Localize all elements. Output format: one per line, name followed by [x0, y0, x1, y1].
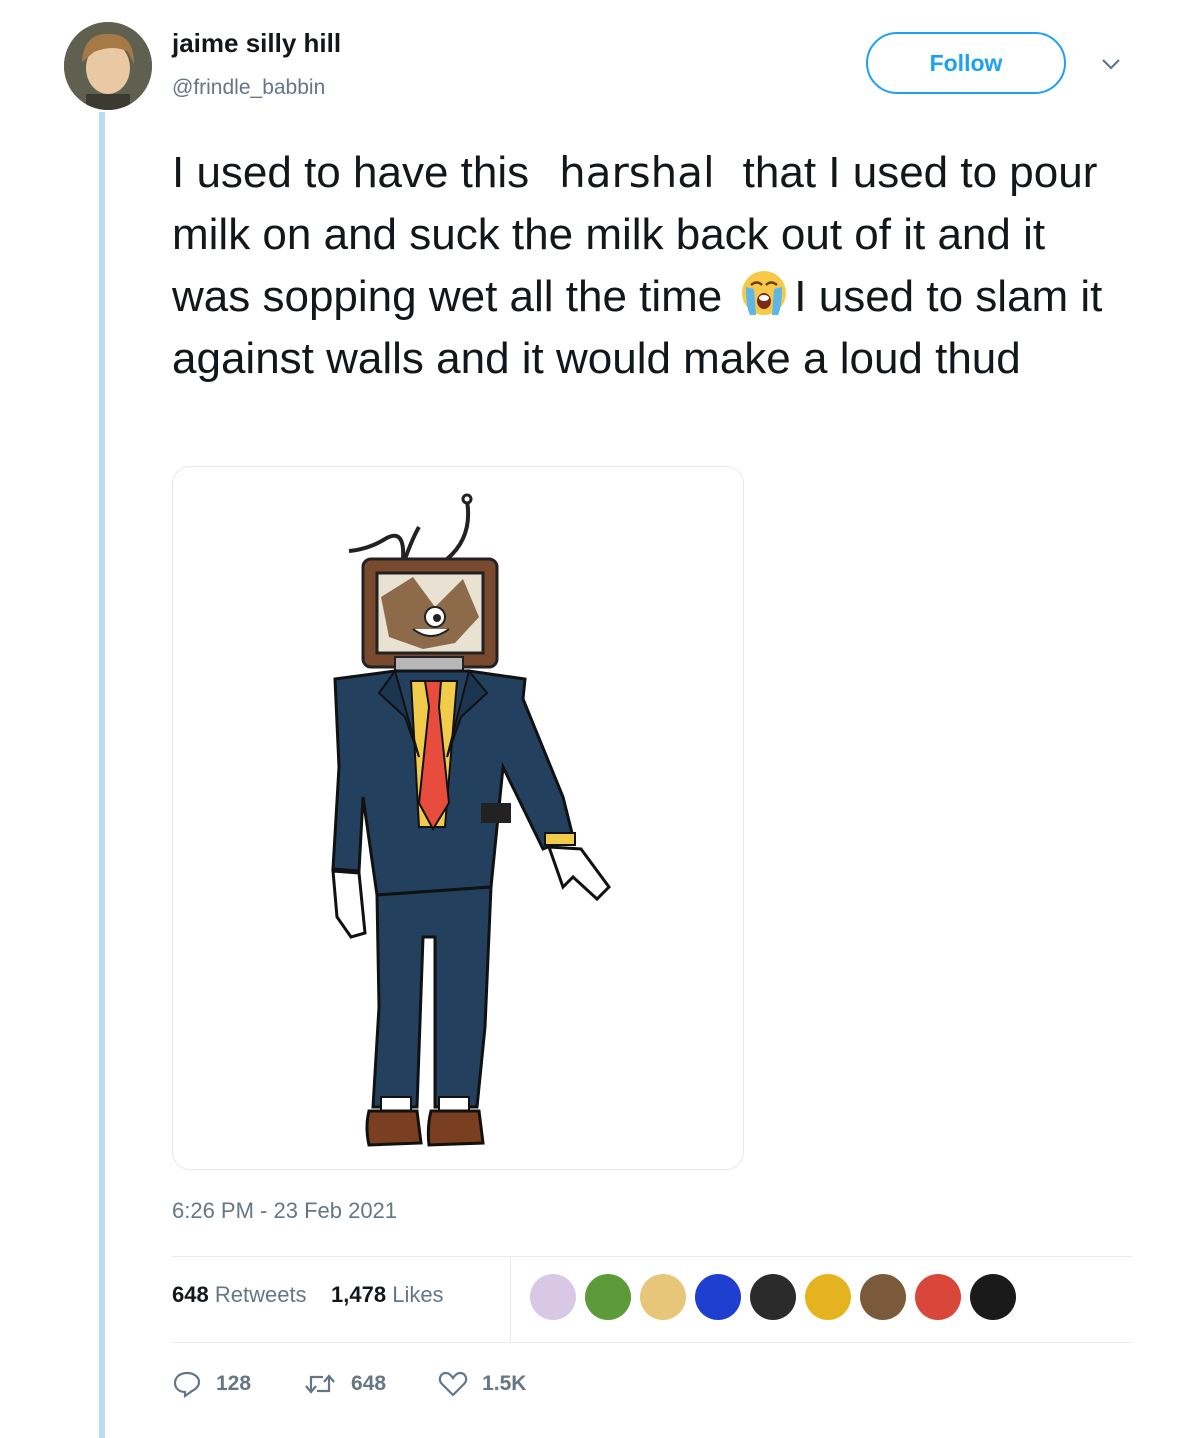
liker-avatar[interactable]	[750, 1274, 796, 1320]
liker-avatar[interactable]	[805, 1274, 851, 1320]
tweet-text-part1: I used to have this	[172, 148, 530, 197]
tv-head-character-illustration	[173, 467, 743, 1169]
heart-icon	[438, 1371, 468, 1397]
tweet-stats: 648 Retweets 1,478 Likes	[172, 1282, 444, 1308]
chevron-down-icon[interactable]	[1100, 56, 1122, 72]
liker-avatar[interactable]	[860, 1274, 906, 1320]
like-action[interactable]: 1.5K	[438, 1370, 526, 1398]
liker-avatar[interactable]	[530, 1274, 576, 1320]
loudly-crying-face-emoji-icon	[742, 271, 787, 315]
likes-stat[interactable]: 1,478 Likes	[331, 1282, 444, 1307]
liker-avatars	[530, 1274, 1025, 1322]
tweet-inserted-word: harshal	[559, 148, 715, 197]
reply-action[interactable]: 128	[172, 1370, 251, 1398]
tweet-timestamp[interactable]: 6:26 PM - 23 Feb 2021	[172, 1198, 397, 1224]
likes-count: 1,478	[331, 1282, 387, 1307]
like-count: 1.5K	[482, 1372, 527, 1395]
reply-icon	[173, 1371, 201, 1398]
follow-button[interactable]: Follow	[866, 32, 1066, 94]
stats-separator	[510, 1256, 511, 1342]
display-name[interactable]: jaime silly hill	[172, 28, 341, 59]
reply-count: 128	[216, 1372, 252, 1395]
liker-avatar[interactable]	[970, 1274, 1016, 1320]
liker-avatar[interactable]	[695, 1274, 741, 1320]
retweet-action[interactable]: 648	[303, 1371, 386, 1397]
avatar-image	[64, 22, 152, 110]
retweets-count: 648	[172, 1282, 209, 1307]
divider-bottom	[172, 1342, 1132, 1343]
tweet-text: I used to have this harshal that I used to…	[172, 142, 1112, 390]
liker-avatar[interactable]	[640, 1274, 686, 1320]
thread-line	[99, 112, 105, 1438]
liker-avatar[interactable]	[915, 1274, 961, 1320]
divider-top	[172, 1256, 1132, 1257]
retweet-icon	[305, 1374, 335, 1394]
retweets-label: Retweets	[214, 1282, 307, 1307]
liker-avatar[interactable]	[585, 1274, 631, 1320]
tweet-actions: 128 648 1.5K	[172, 1370, 578, 1398]
retweets-stat[interactable]: 648 Retweets	[172, 1282, 307, 1307]
tweet-media-image[interactable]	[172, 466, 744, 1170]
avatar[interactable]	[64, 22, 152, 110]
likes-label: Likes	[392, 1282, 444, 1307]
retweet-count: 648	[351, 1372, 387, 1395]
user-handle[interactable]: @frindle_babbin	[172, 76, 325, 100]
